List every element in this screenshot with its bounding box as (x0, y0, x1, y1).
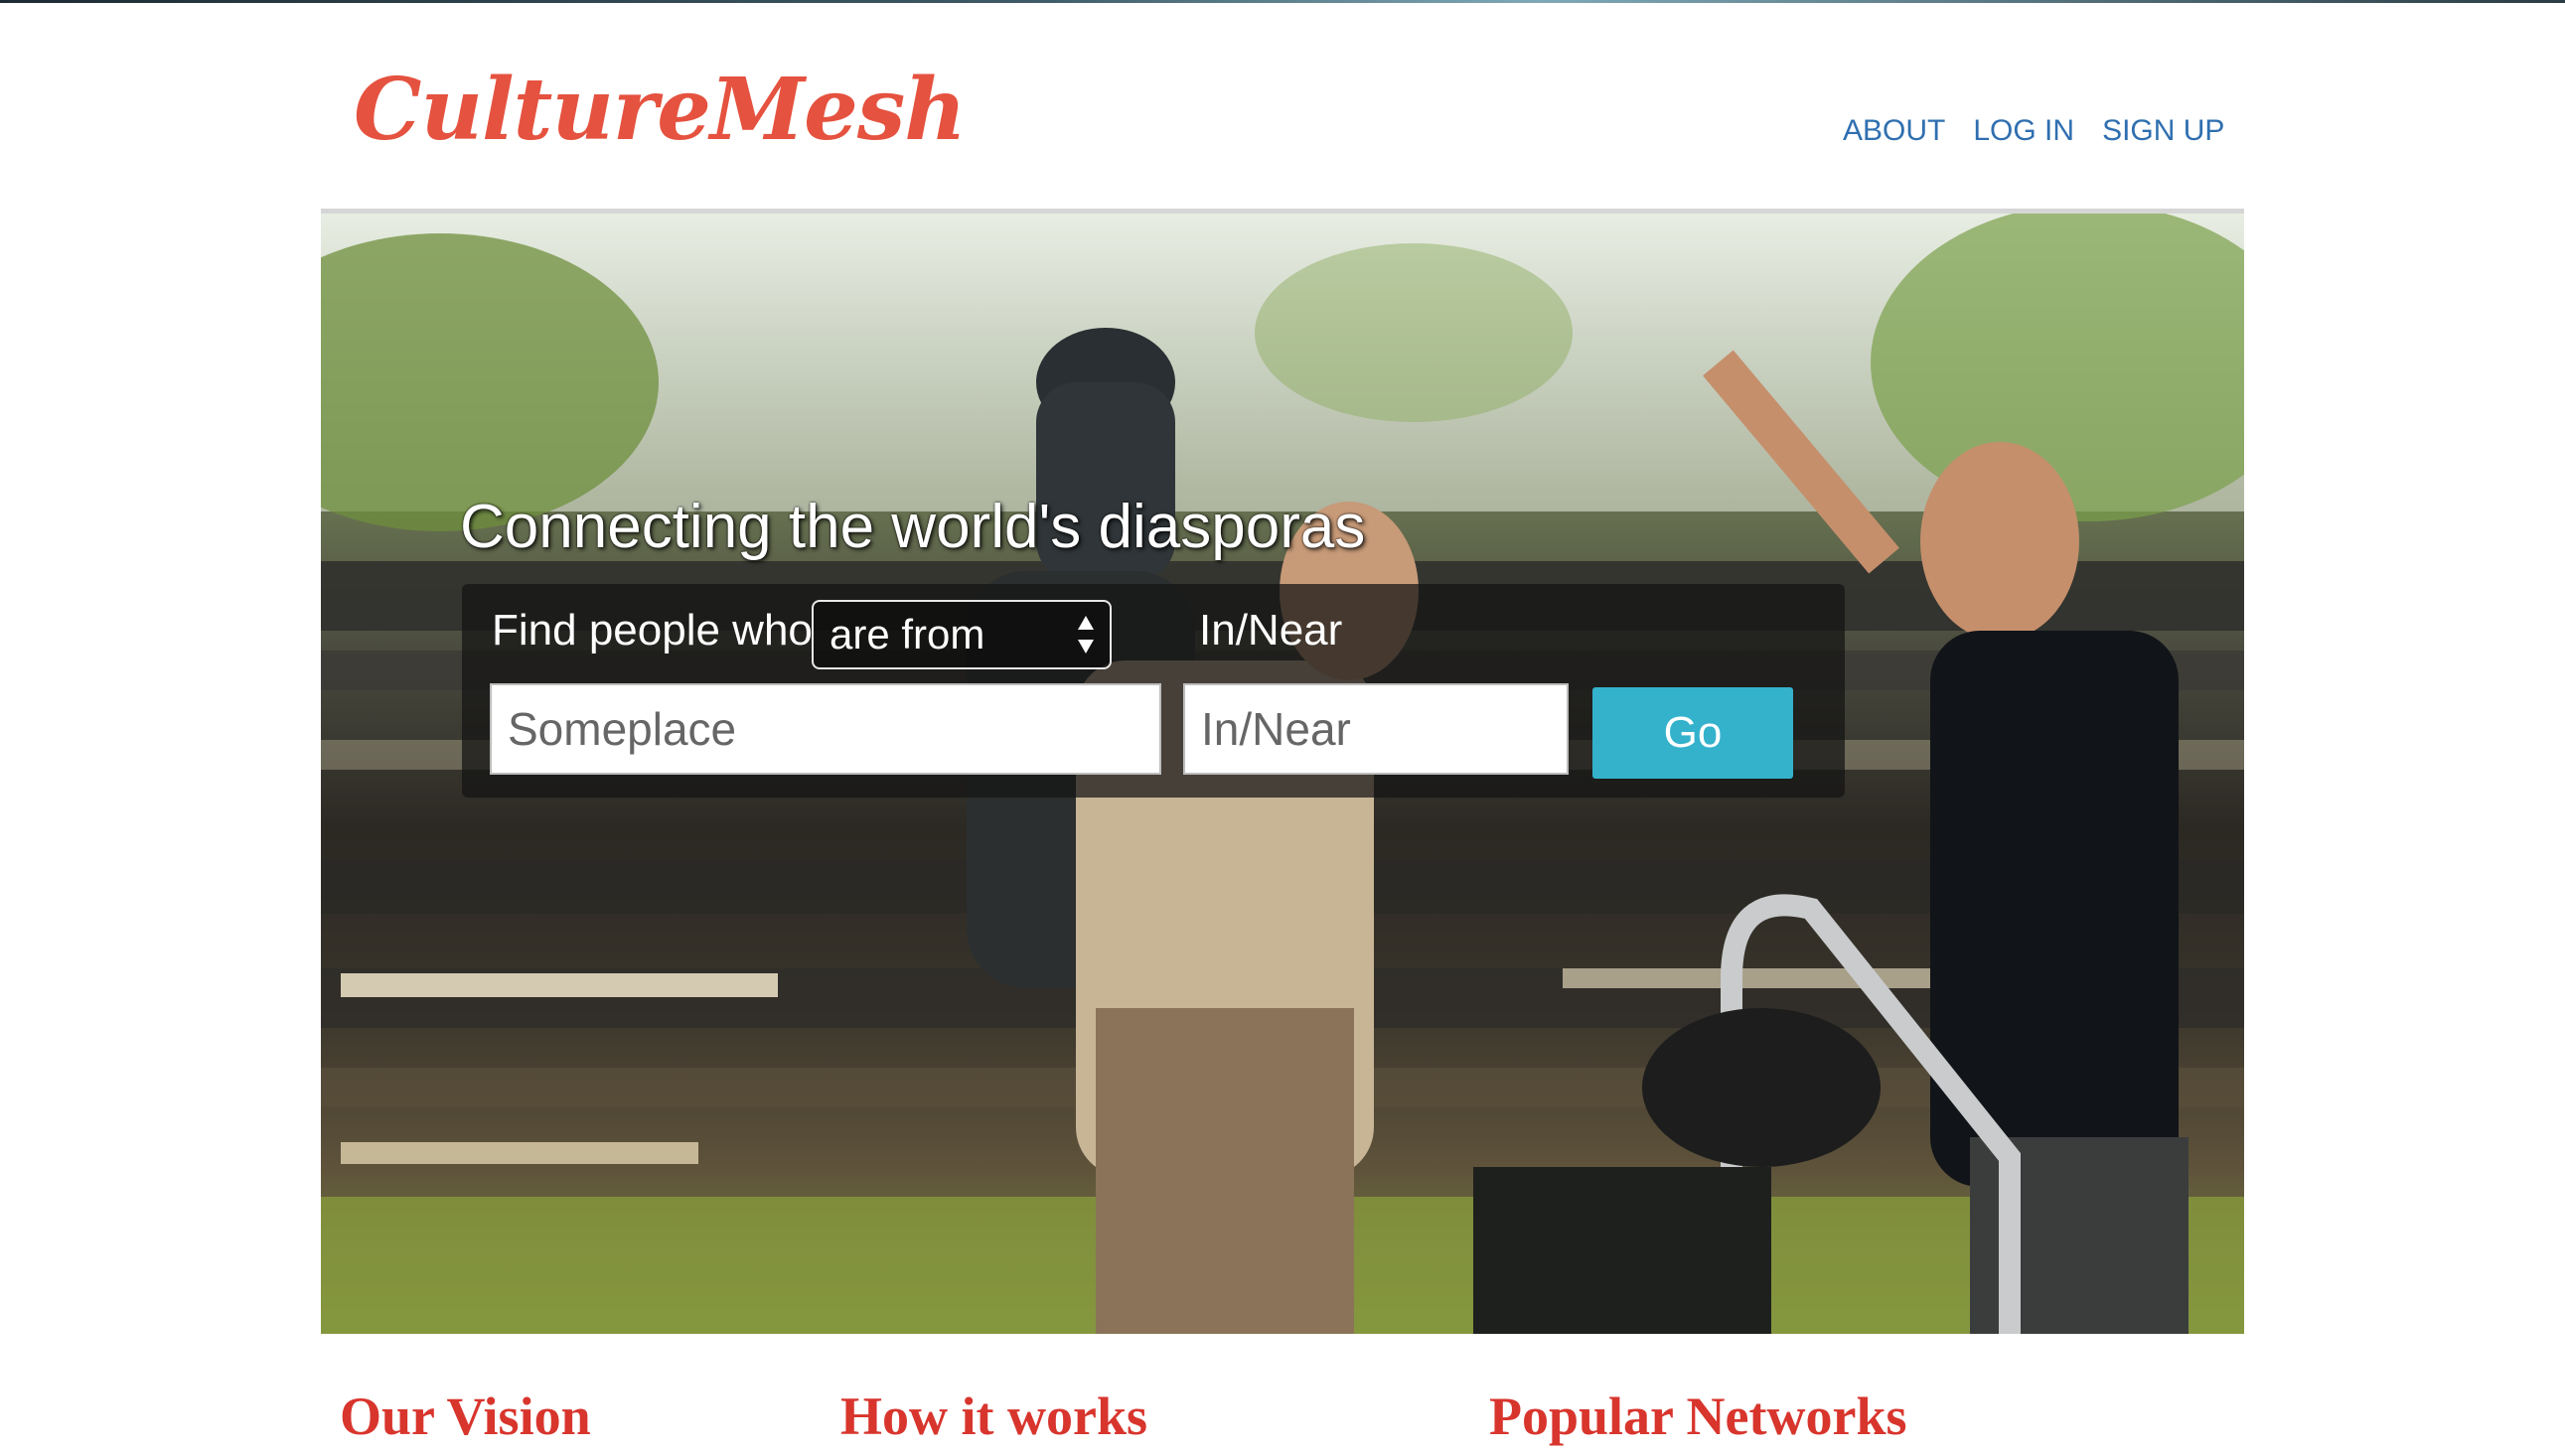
find-people-label: Find people who (492, 606, 813, 655)
relation-select-value: are from (830, 611, 985, 657)
relation-select[interactable]: are from (812, 600, 1112, 669)
top-edge-strip (0, 0, 2565, 3)
select-updown-icon (1078, 616, 1094, 654)
our-vision-heading: Our Vision (340, 1386, 591, 1446)
hero-banner: Connecting the world's diasporas Find pe… (321, 214, 2244, 1334)
top-nav: ABOUT LOG IN SIGN UP (1843, 109, 2224, 153)
go-button[interactable]: Go (1592, 687, 1793, 779)
network-search-form: Find people who are from In/Near Go (462, 584, 1845, 798)
nav-signup-link[interactable]: SIGN UP (2102, 114, 2224, 148)
popular-networks-heading: Popular Networks (1489, 1386, 1907, 1446)
in-near-label: In/Near (1199, 606, 1343, 655)
brand-name: CultureMesh (354, 59, 967, 160)
culturemesh-logo[interactable]: CultureMesh (348, 40, 967, 179)
how-it-works-heading: How it works (840, 1386, 1147, 1446)
in-near-input[interactable] (1183, 683, 1569, 775)
someplace-input[interactable] (490, 683, 1161, 775)
nav-about-link[interactable]: ABOUT (1843, 114, 1945, 148)
hero-tagline: Connecting the world's diasporas (460, 493, 1366, 561)
nav-login-link[interactable]: LOG IN (1973, 114, 2074, 148)
